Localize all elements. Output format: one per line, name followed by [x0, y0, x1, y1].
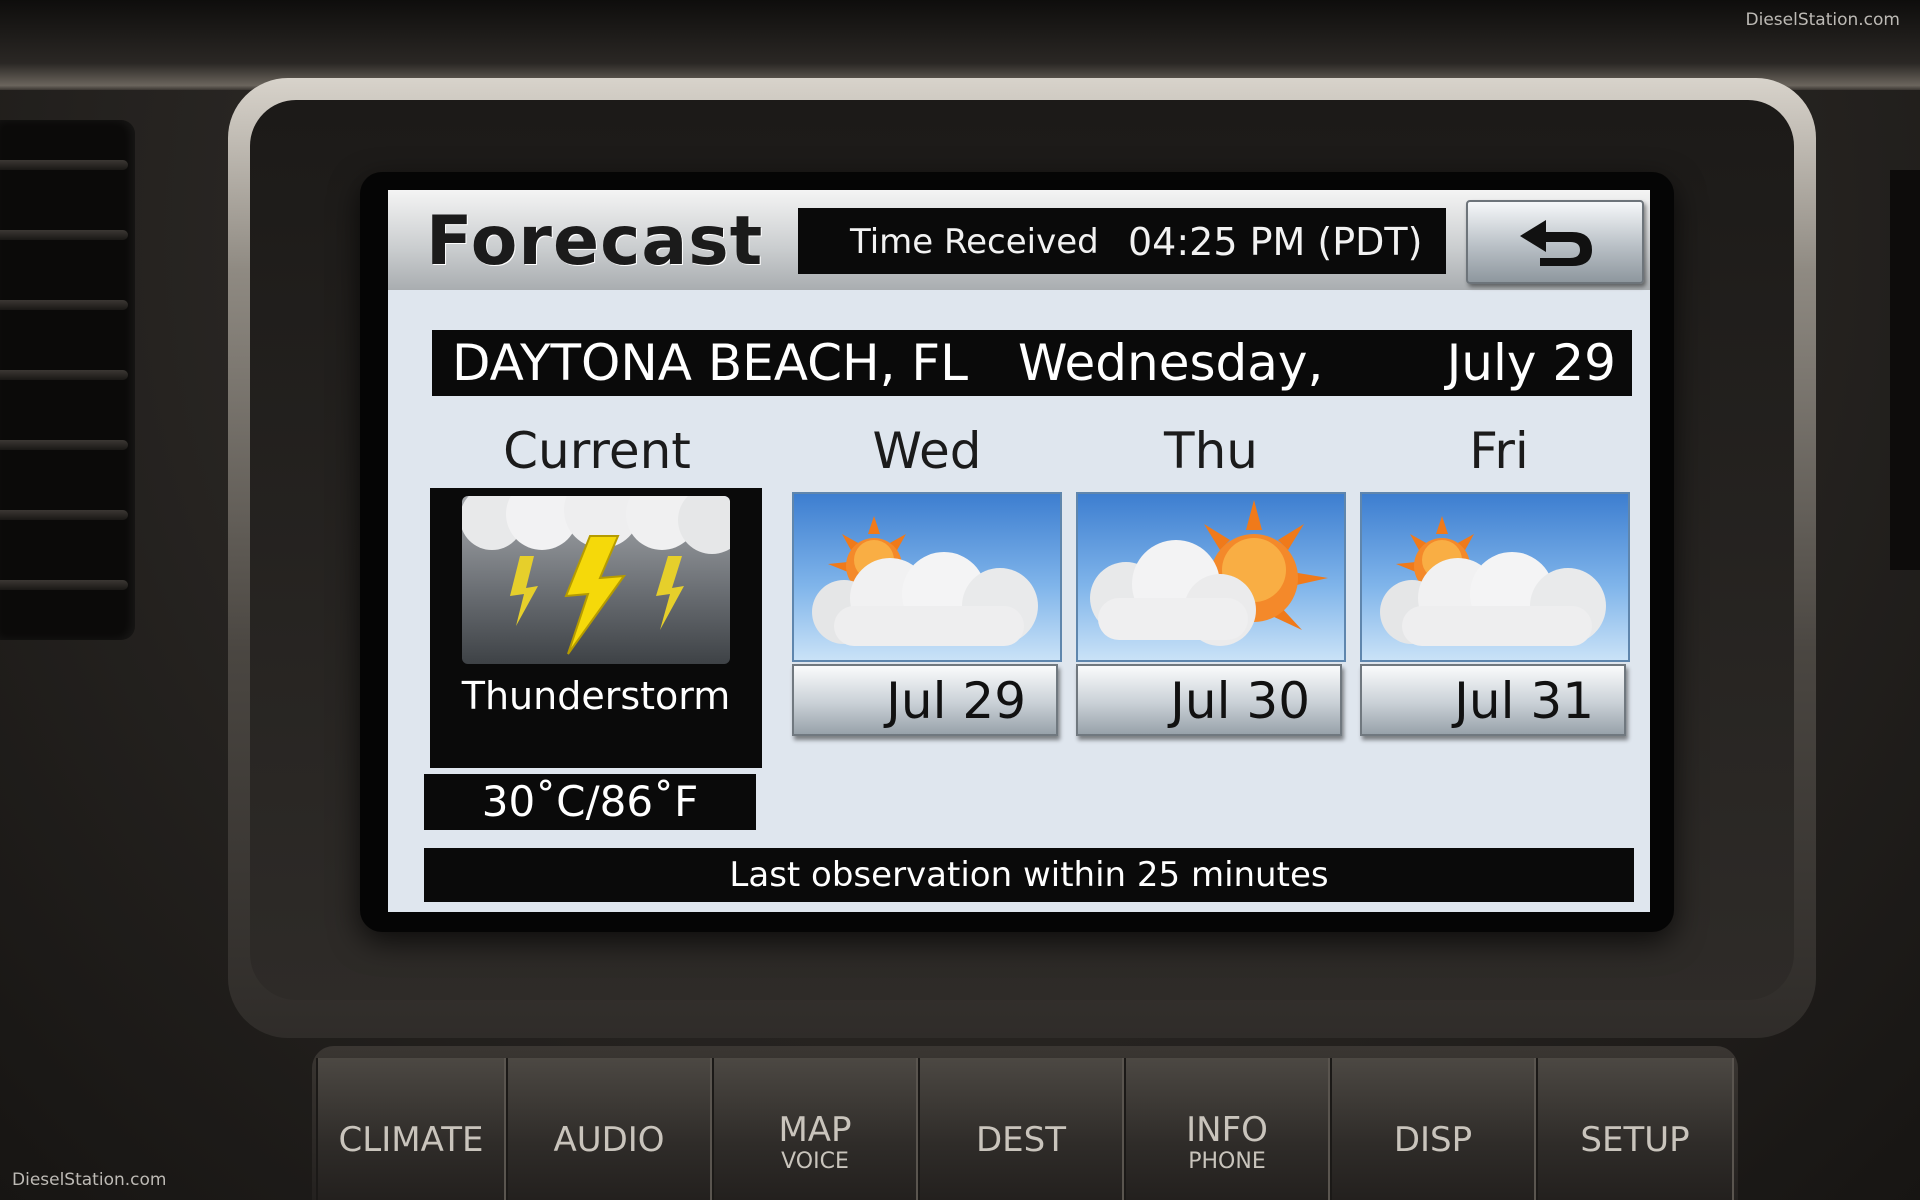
dashboard-top-trim	[0, 0, 1920, 90]
info-phone-button[interactable]: INFO PHONE	[1124, 1058, 1330, 1200]
location-bar: DAYTONA BEACH, FL Wednesday, July 29	[432, 330, 1632, 396]
vent-slat	[0, 370, 128, 380]
partly-cloudy-icon	[792, 492, 1062, 662]
map-voice-label-group: MAP VOICE	[714, 1110, 916, 1174]
vent-slat	[0, 300, 128, 310]
watermark-bottom-left: DieselStation.com	[12, 1170, 167, 1190]
page-title: Forecast	[426, 202, 764, 281]
time-received-value: 04:25 PM (PDT)	[1128, 220, 1423, 264]
climate-button[interactable]: CLIMATE	[316, 1058, 506, 1200]
climate-button-label: CLIMATE	[338, 1120, 484, 1160]
header-bar: Forecast Time Received 04:25 PM (PDT)	[388, 190, 1650, 290]
current-label: Current	[503, 422, 691, 480]
air-vent-left	[0, 120, 135, 640]
forecast-day-wed: Wed	[872, 422, 982, 480]
current-condition: Thunderstorm	[461, 674, 731, 718]
watermark-top-right: DieselStation.com	[1745, 10, 1900, 30]
partly-sunny-icon	[1076, 492, 1346, 662]
time-received-box: Time Received 04:25 PM (PDT)	[798, 208, 1446, 274]
forecast-day-fri: Fri	[1469, 422, 1529, 480]
map-voice-button[interactable]: MAP VOICE	[712, 1058, 918, 1200]
current-temperature: 30˚C/86˚F	[424, 774, 756, 830]
partly-cloudy-icon	[1360, 492, 1630, 662]
map-button-label: MAP	[778, 1110, 852, 1150]
phone-button-sublabel: PHONE	[1188, 1149, 1266, 1174]
vent-slat	[0, 440, 128, 450]
setup-button-label: SETUP	[1580, 1120, 1690, 1160]
thunderstorm-icon	[462, 496, 730, 664]
forecast-date-button-jul31[interactable]: Jul 31	[1360, 664, 1626, 736]
audio-button-label: AUDIO	[553, 1120, 665, 1160]
observation-status-bar: Last observation within 25 minutes	[424, 848, 1634, 902]
location-date: July 29	[1446, 334, 1616, 392]
setup-button[interactable]: SETUP	[1536, 1058, 1734, 1200]
current-conditions-panel: Thunderstorm	[430, 488, 762, 768]
forecast-date-button-jul30[interactable]: Jul 30	[1076, 664, 1342, 736]
return-arrow-icon	[1520, 220, 1592, 266]
forecast-day-thu: Thu	[1164, 422, 1258, 480]
disp-button[interactable]: DISP	[1330, 1058, 1536, 1200]
back-button[interactable]	[1466, 200, 1644, 284]
vent-slat	[0, 510, 128, 520]
forecast-date-button-jul29[interactable]: Jul 29	[792, 664, 1058, 736]
air-vent-right	[1890, 170, 1920, 570]
info-button-label: INFO	[1186, 1110, 1268, 1150]
location-city: DAYTONA BEACH, FL	[452, 334, 969, 392]
dest-button[interactable]: DEST	[918, 1058, 1124, 1200]
vent-slat	[0, 160, 128, 170]
time-received-label: Time Received	[850, 222, 1099, 262]
forecast-screen: Forecast Time Received 04:25 PM (PDT) DA…	[388, 190, 1650, 912]
audio-button[interactable]: AUDIO	[506, 1058, 712, 1200]
voice-button-sublabel: VOICE	[781, 1149, 849, 1174]
location-day: Wednesday,	[1018, 334, 1324, 392]
vent-slat	[0, 230, 128, 240]
dest-button-label: DEST	[975, 1120, 1066, 1160]
disp-button-label: DISP	[1393, 1120, 1473, 1160]
info-phone-label-group: INFO PHONE	[1126, 1110, 1328, 1174]
vent-slat	[0, 580, 128, 590]
